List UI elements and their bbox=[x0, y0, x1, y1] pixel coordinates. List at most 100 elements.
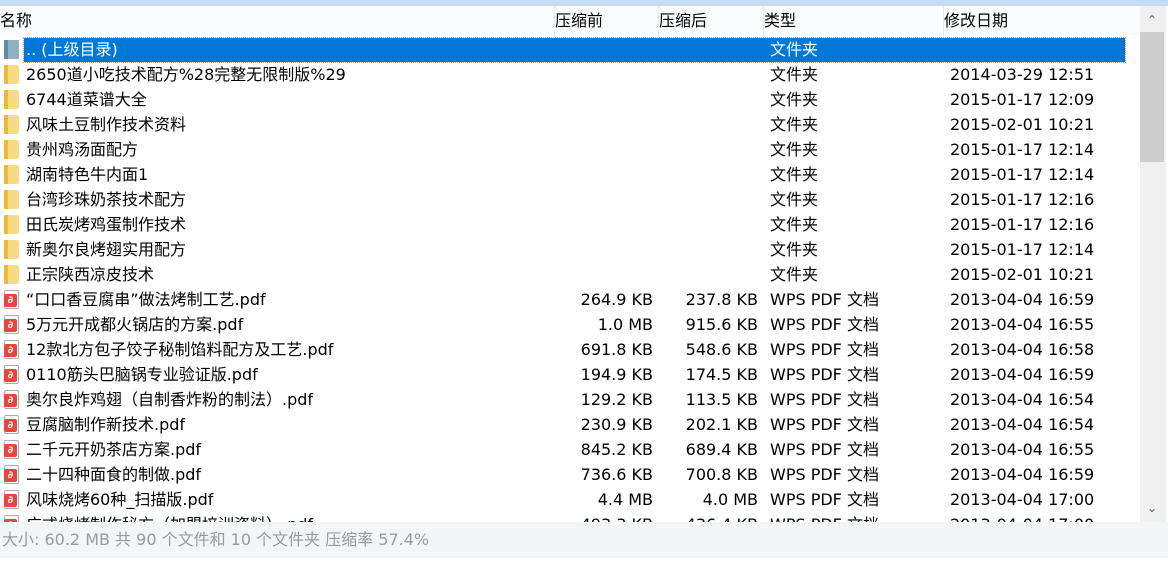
scroll-up-icon[interactable]: ⌃ bbox=[1140, 8, 1164, 32]
modified-date: 2013-04-04 16:55 bbox=[950, 315, 1095, 334]
file-type: 文件夹 bbox=[770, 165, 819, 184]
file-type: WPS PDF 文档 bbox=[770, 315, 879, 334]
size-after: 237.8 KB bbox=[685, 290, 758, 309]
file-name: 风味烧烤60种_扫描版.pdf bbox=[26, 490, 214, 509]
modified-date: 2015-01-17 12:16 bbox=[950, 190, 1095, 209]
file-row[interactable]: ∂ 二千元开奶茶店方案.pdf 845.2 KB 689.4 KB WPS PDF… bbox=[0, 437, 1140, 462]
size-after: 436.4 KB bbox=[686, 512, 758, 522]
folder-icon bbox=[4, 215, 19, 234]
size-after: 174.5 KB bbox=[685, 365, 758, 384]
parent-folder-icon bbox=[4, 40, 19, 59]
file-name: 田氏炭烤鸡蛋制作技术 bbox=[26, 215, 187, 234]
scrollbar-thumb[interactable] bbox=[1140, 32, 1164, 162]
size-before: 1.0 MB bbox=[597, 315, 653, 334]
file-name: 二千元开奶茶店方案.pdf bbox=[26, 440, 202, 459]
size-before: 493.3 KB bbox=[581, 512, 653, 522]
file-name: 二十四种面食的制做.pdf bbox=[26, 465, 202, 484]
size-before: 4.4 MB bbox=[597, 490, 653, 509]
file-type: 文件夹 bbox=[770, 215, 819, 234]
file-row[interactable]: ∂ 风味烧烤60种_扫描版.pdf 4.4 MB 4.0 MB WPS PDF 文… bbox=[0, 487, 1140, 512]
folder-icon bbox=[4, 240, 19, 259]
file-row[interactable]: 台湾珍珠奶茶技术配方 文件夹 2015-01-17 12:16 bbox=[0, 187, 1140, 212]
file-row[interactable]: ∂ 5万元开成都火锅店的方案.pdf 1.0 MB 915.6 KB WPS PD… bbox=[0, 312, 1140, 337]
file-type: WPS PDF 文档 bbox=[770, 440, 879, 459]
file-type: WPS PDF 文档 bbox=[770, 340, 879, 359]
folder-icon bbox=[4, 140, 19, 159]
file-type: 文件夹 bbox=[770, 140, 819, 159]
column-header: 名称 压缩前 压缩后 类型 修改日期 bbox=[0, 6, 1140, 36]
size-after: 700.8 KB bbox=[685, 465, 758, 484]
file-type: WPS PDF 文档 bbox=[770, 290, 879, 309]
file-name: 风味土豆制作技术资料 bbox=[26, 115, 187, 134]
file-name: 2650道小吃技术配方%28完整无限制版%29 bbox=[26, 65, 346, 84]
column-date[interactable]: 修改日期 bbox=[943, 6, 1125, 36]
file-type: 文件夹 bbox=[770, 90, 819, 109]
file-row[interactable]: ∂ 12款北方包子饺子秘制馅料配方及工艺.pdf 691.8 KB 548.6 K… bbox=[0, 337, 1140, 362]
size-after: 113.5 KB bbox=[685, 390, 758, 409]
folder-icon bbox=[4, 265, 19, 284]
modified-date: 2015-01-17 12:16 bbox=[950, 215, 1095, 234]
pdf-file-icon: ∂ bbox=[4, 465, 19, 484]
file-row[interactable]: ∂ 二十四种面食的制做.pdf 736.6 KB 700.8 KB WPS PDF… bbox=[0, 462, 1140, 487]
file-row[interactable]: 风味土豆制作技术资料 文件夹 2015-02-01 10:21 bbox=[0, 112, 1140, 137]
file-type: 文件夹 bbox=[770, 115, 819, 134]
file-row[interactable]: 2650道小吃技术配方%28完整无限制版%29 文件夹 2014-03-29 1… bbox=[0, 62, 1140, 87]
file-name: 豆腐脑制作新技术.pdf bbox=[26, 415, 186, 434]
column-after[interactable]: 压缩后 bbox=[658, 6, 763, 36]
modified-date: 2015-01-17 12:14 bbox=[950, 140, 1095, 159]
size-before: 129.2 KB bbox=[580, 390, 653, 409]
folder-icon bbox=[4, 65, 19, 84]
column-before[interactable]: 压缩前 bbox=[554, 6, 658, 36]
file-name: 5万元开成都火锅店的方案.pdf bbox=[26, 315, 244, 334]
vertical-scrollbar[interactable]: ⌃ ⌄ bbox=[1140, 6, 1166, 522]
file-row[interactable]: ∂ 豆腐脑制作新技术.pdf 230.9 KB 202.1 KB WPS PDF … bbox=[0, 412, 1140, 437]
column-name[interactable]: 名称 bbox=[0, 6, 554, 36]
file-row[interactable]: 正宗陕西凉皮技术 文件夹 2015-02-01 10:21 bbox=[0, 262, 1140, 287]
file-list: .. (上级目录) 文件夹 2650道小吃技术配方%28完整无限制版%29 文件… bbox=[0, 37, 1140, 522]
size-after: 548.6 KB bbox=[685, 340, 758, 359]
scroll-down-icon[interactable]: ⌄ bbox=[1140, 496, 1164, 520]
size-before: 194.9 KB bbox=[580, 365, 653, 384]
pdf-file-icon: ∂ bbox=[4, 365, 19, 384]
folder-icon bbox=[4, 165, 19, 184]
pdf-file-icon: ∂ bbox=[4, 340, 19, 359]
file-row[interactable]: ∂ “口口香豆腐串”做法烤制工艺.pdf 264.9 KB 237.8 KB WP… bbox=[0, 287, 1140, 312]
folder-icon bbox=[4, 90, 19, 109]
file-row[interactable]: 贵州鸡汤面配方 文件夹 2015-01-17 12:14 bbox=[0, 137, 1140, 162]
pdf-file-icon: ∂ bbox=[4, 290, 19, 309]
file-row[interactable]: 新奥尔良烤翅实用配方 文件夹 2015-01-17 12:14 bbox=[0, 237, 1140, 262]
folder-icon bbox=[4, 190, 19, 209]
column-type[interactable]: 类型 bbox=[763, 6, 943, 36]
file-type: 文件夹 bbox=[770, 65, 819, 84]
file-name: 12款北方包子饺子秘制馅料配方及工艺.pdf bbox=[26, 340, 334, 359]
file-row[interactable]: .. (上级目录) 文件夹 bbox=[0, 37, 1140, 63]
modified-date: 2015-01-17 12:14 bbox=[950, 165, 1095, 184]
modified-date: 2013-04-04 16:55 bbox=[950, 440, 1095, 459]
file-row[interactable]: 湖南特色牛内面1 文件夹 2015-01-17 12:14 bbox=[0, 162, 1140, 187]
modified-date: 2013-04-04 16:59 bbox=[950, 465, 1095, 484]
file-type: WPS PDF 文档 bbox=[770, 490, 879, 509]
file-name: 贵州鸡汤面配方 bbox=[26, 140, 139, 159]
modified-date: 2013-04-04 17:00 bbox=[950, 512, 1094, 522]
file-name: 0110筋头巴脑锅专业验证版.pdf bbox=[26, 365, 258, 384]
size-before: 691.8 KB bbox=[580, 340, 653, 359]
modified-date: 2015-02-01 10:21 bbox=[950, 115, 1095, 134]
file-type: 文件夹 bbox=[770, 40, 819, 59]
modified-date: 2013-04-04 16:54 bbox=[950, 415, 1095, 434]
pdf-file-icon: ∂ bbox=[4, 440, 19, 459]
modified-date: 2013-04-04 16:58 bbox=[950, 340, 1095, 359]
file-type: WPS PDF 文档 bbox=[770, 512, 879, 522]
file-name: 湖南特色牛内面1 bbox=[26, 165, 149, 184]
file-row[interactable]: ∂ 0110筋头巴脑锅专业验证版.pdf 194.9 KB 174.5 KB WP… bbox=[0, 362, 1140, 387]
file-type: WPS PDF 文档 bbox=[770, 415, 879, 434]
size-after: 202.1 KB bbox=[685, 415, 758, 434]
pdf-file-icon: ∂ bbox=[4, 515, 19, 522]
file-row[interactable]: 6744道菜谱大全 文件夹 2015-01-17 12:09 bbox=[0, 87, 1140, 112]
file-row[interactable]: 田氏炭烤鸡蛋制作技术 文件夹 2015-01-17 12:16 bbox=[0, 212, 1140, 237]
file-row[interactable]: ∂广式烧烤制作秘方（加盟培训资料）.pdf 493.3 KB 436.4 KB … bbox=[0, 512, 1140, 522]
modified-date: 2015-01-17 12:09 bbox=[950, 90, 1095, 109]
file-name: 正宗陕西凉皮技术 bbox=[26, 265, 155, 284]
selection-highlight bbox=[23, 37, 1126, 63]
file-row[interactable]: ∂ 奥尔良炸鸡翅（自制香炸粉的制法）.pdf 129.2 KB 113.5 KB … bbox=[0, 387, 1140, 412]
file-name: 新奥尔良烤翅实用配方 bbox=[26, 240, 187, 259]
